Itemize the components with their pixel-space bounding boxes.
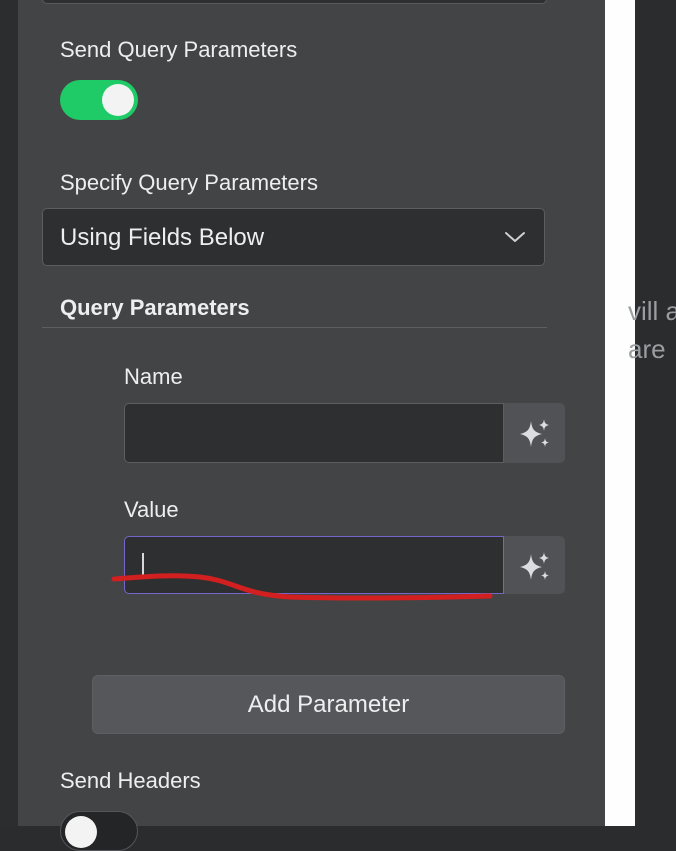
query-parameters-heading: Query Parameters (60, 295, 250, 320)
specify-query-parameters-select[interactable]: Using Fields Below (42, 208, 545, 266)
value-input[interactable] (124, 536, 504, 594)
sparkles-icon (520, 419, 549, 447)
toggle-knob (102, 84, 134, 116)
send-query-parameters-toggle[interactable] (60, 80, 138, 120)
background-text-line-2: are (628, 334, 666, 364)
name-input[interactable] (124, 403, 504, 463)
sparkles-icon (520, 552, 549, 580)
name-label: Name (124, 364, 183, 389)
background-text-line-1: vill a (628, 296, 676, 326)
value-label: Value (124, 497, 179, 522)
text-caret (142, 553, 144, 577)
specify-query-parameters-label: Specify Query Parameters (60, 170, 318, 195)
previous-field-stub[interactable] (42, 0, 547, 4)
value-field-group (124, 536, 565, 594)
name-ai-button[interactable] (504, 403, 565, 463)
value-ai-button[interactable] (504, 536, 565, 594)
name-field-group (124, 403, 565, 463)
send-headers-toggle[interactable] (60, 811, 138, 851)
select-value: Using Fields Below (60, 224, 265, 251)
left-edge (0, 0, 19, 826)
add-parameter-button[interactable]: Add Parameter (92, 675, 565, 734)
toggle-knob (65, 816, 97, 848)
panel-border-strip (605, 0, 635, 826)
chevron-down-icon (505, 232, 525, 242)
send-query-parameters-label: Send Query Parameters (60, 37, 298, 62)
section-divider (42, 327, 547, 328)
send-headers-label: Send Headers (60, 768, 201, 793)
background-content-area (635, 0, 676, 826)
